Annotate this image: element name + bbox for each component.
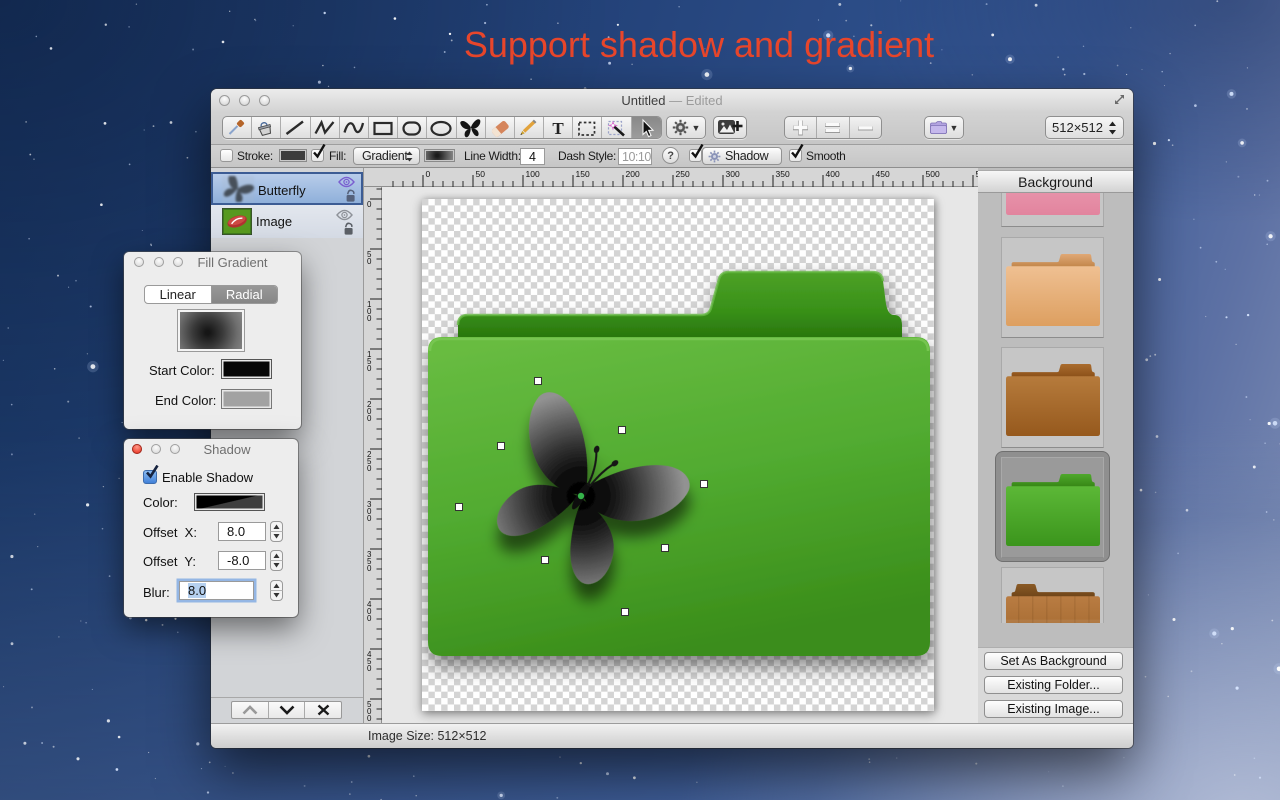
svg-text:200: 200 [626,169,640,179]
svg-text:350: 350 [776,169,790,179]
svg-text:0: 0 [367,314,372,323]
svg-text:250: 250 [676,169,690,179]
svg-text:50: 50 [476,169,486,179]
svg-text:0: 0 [367,564,372,573]
svg-text:0: 0 [367,200,372,209]
svg-text:0: 0 [367,664,372,673]
svg-text:150: 150 [576,169,590,179]
svg-text:0: 0 [426,169,431,179]
svg-text:0: 0 [367,414,372,423]
svg-text:0: 0 [367,714,372,723]
svg-text:0: 0 [367,614,372,623]
svg-text:300: 300 [726,169,740,179]
svg-text:0: 0 [367,514,372,523]
svg-text:0: 0 [367,464,372,473]
svg-text:450: 450 [876,169,890,179]
svg-text:400: 400 [826,169,840,179]
svg-text:0: 0 [367,257,372,266]
svg-text:T: T [552,119,564,138]
svg-text:100: 100 [526,169,540,179]
svg-text:0: 0 [367,364,372,373]
svg-text:500: 500 [926,169,940,179]
